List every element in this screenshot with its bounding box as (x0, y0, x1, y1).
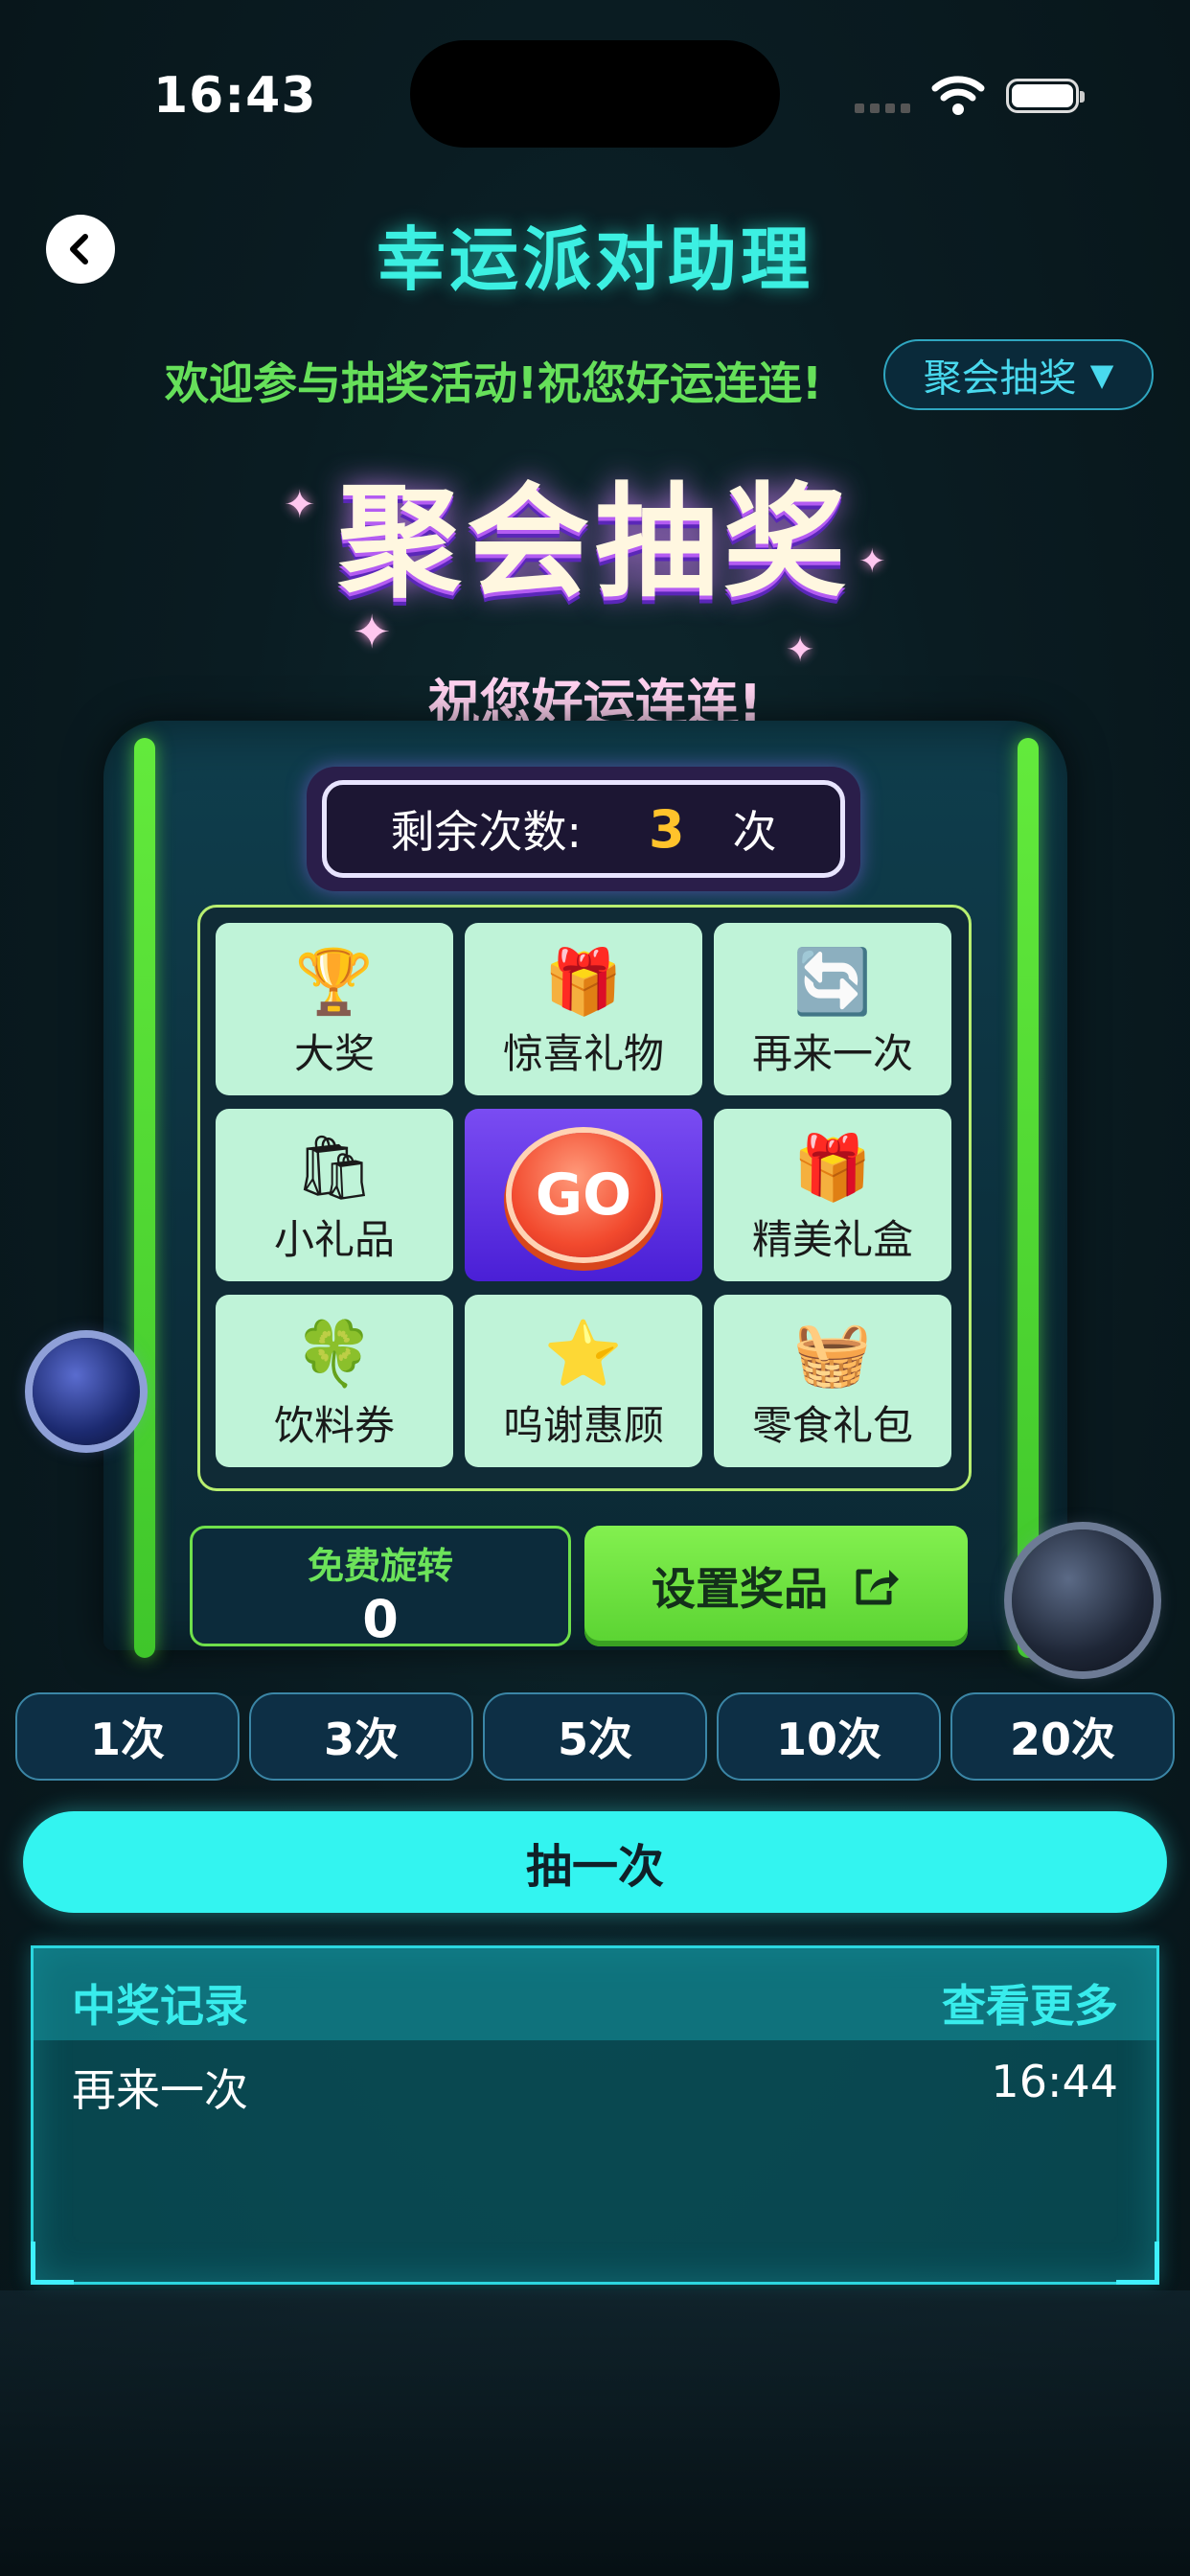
present-box-icon: 🎁 (792, 1131, 873, 1205)
panel-corner-decoration (1116, 2242, 1159, 2285)
record-prize: 再来一次 (72, 2064, 248, 2116)
machine-left-rail (134, 738, 155, 1658)
refresh-arrows-icon: 🔄 (792, 945, 873, 1019)
mode-select-value: 聚会抽奖 (923, 356, 1077, 401)
prize-label: 惊喜礼物 (502, 1030, 664, 1077)
prize-label: 精美礼盒 (751, 1216, 913, 1263)
dropdown-caret-icon: ▼ (1089, 356, 1114, 393)
remaining-count-label: 剩余次数: (390, 806, 582, 858)
cardano-coin-icon (1012, 1530, 1154, 1671)
prize-cell-snack-pack: 🧺 零食礼包 (714, 1295, 951, 1467)
count-option-5[interactable]: 5次 (483, 1692, 707, 1781)
status-bar: 16:43 (0, 0, 1190, 192)
prize-label: 饮料券 (273, 1402, 395, 1449)
gift-box-icon: 🎁 (543, 945, 624, 1019)
view-more-link[interactable]: 查看更多 (942, 1971, 1118, 2035)
prize-label: 大奖 (293, 1030, 375, 1077)
go-cell[interactable]: GO (465, 1109, 702, 1281)
free-spins-label: 免费旋转 (307, 1545, 453, 1587)
welcome-text: 欢迎参与抽奖活动!祝您好运连连! (165, 357, 822, 409)
wifi-icon (931, 76, 985, 115)
remaining-count-unit: 次 (732, 806, 777, 858)
set-prizes-button[interactable]: 设置奖品 (584, 1526, 968, 1646)
snack-basket-icon: 🧺 (792, 1317, 873, 1391)
status-time: 16:43 (153, 67, 317, 125)
shopping-bag-icon: 🛍 (294, 1131, 375, 1205)
machine-right-rail (1018, 738, 1039, 1658)
go-button[interactable]: GO (512, 1133, 655, 1257)
prize-grid: 🏆 大奖 🎁 惊喜礼物 🔄 再来一次 🛍 小礼品 GO 🎁 精美礼盒 🍀 饮料券… (197, 905, 972, 1491)
battery-icon (1006, 79, 1085, 113)
clover-icon: 🍀 (294, 1317, 375, 1391)
dynamic-island (410, 40, 780, 148)
prize-cell-try-again: 🔄 再来一次 (714, 923, 951, 1095)
ethereum-coin-icon (33, 1338, 140, 1445)
prize-label: 再来一次 (751, 1030, 913, 1077)
remaining-count-value: 3 (648, 798, 685, 860)
prize-cell-small-gift: 🛍 小礼品 (216, 1109, 453, 1281)
prize-cell-gift-box: 🎁 精美礼盒 (714, 1109, 951, 1281)
records-title: 中奖记录 (72, 1980, 248, 2032)
remaining-count-panel: 剩余次数: 3 次 (307, 767, 860, 891)
banner-title: 聚会抽奖 (337, 472, 852, 614)
draw-once-button[interactable]: 抽一次 (23, 1811, 1167, 1913)
count-option-10[interactable]: 10次 (717, 1692, 941, 1781)
prize-label: 小礼品 (273, 1216, 395, 1263)
prize-cell-thanks: ⭐ 呜谢惠顾 (465, 1295, 702, 1467)
share-icon (856, 1569, 899, 1605)
trophy-icon: 🏆 (294, 945, 375, 1019)
winning-records-panel: 中奖记录 查看更多 再来一次 16:44 (31, 1945, 1159, 2285)
draw-count-options: 1次 3次 5次 10次 20次 (15, 1692, 1175, 1781)
count-option-1[interactable]: 1次 (15, 1692, 240, 1781)
free-spins-box: 免费旋转 0 (190, 1526, 571, 1649)
prize-label: 呜谢惠顾 (502, 1402, 664, 1449)
count-option-3[interactable]: 3次 (249, 1692, 473, 1781)
prize-label: 零食礼包 (751, 1402, 913, 1449)
prize-cell-surprise-gift: 🎁 惊喜礼物 (465, 923, 702, 1095)
cellular-signal-icon (855, 104, 912, 115)
mode-select-dropdown[interactable]: 聚会抽奖 ▼ (883, 339, 1154, 410)
set-prizes-label: 设置奖品 (652, 1563, 828, 1615)
floor-background (0, 2290, 1190, 2576)
panel-corner-decoration (31, 2242, 74, 2285)
prize-cell-drink-coupon: 🍀 饮料券 (216, 1295, 453, 1467)
page-title: 幸运派对助理 (376, 219, 813, 300)
prize-cell-grand: 🏆 大奖 (216, 923, 453, 1095)
record-time: 16:44 (991, 2056, 1118, 2107)
count-option-20[interactable]: 20次 (950, 1692, 1175, 1781)
free-spins-value: 0 (362, 1589, 399, 1649)
star-face-icon: ⭐ (543, 1317, 624, 1391)
